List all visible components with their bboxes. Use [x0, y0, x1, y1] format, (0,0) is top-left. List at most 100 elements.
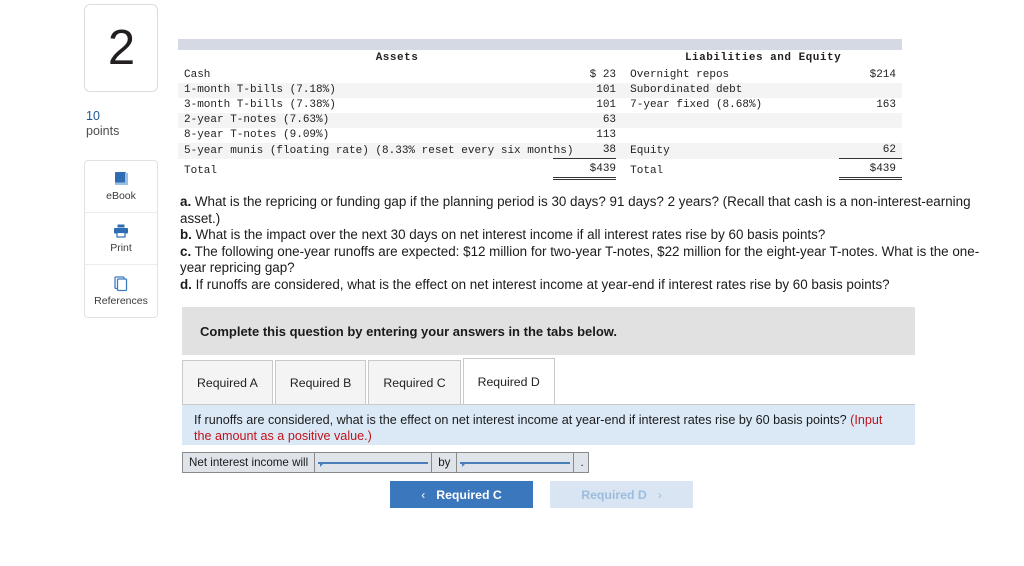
table-row: 1-month T-bills (7.18%) 101 Subordinated…	[178, 83, 902, 98]
answer-row-label-text: Net interest income will	[189, 456, 309, 469]
direction-select[interactable]	[318, 461, 429, 467]
answer-field-1-cell	[315, 453, 433, 472]
liability-label: Subordinated debt	[630, 84, 743, 96]
liabilities-header: Liabilities and Equity	[684, 52, 842, 64]
tab-required-d[interactable]: Required D	[462, 358, 555, 404]
table-row: 2-year T-notes (7.63%) 63	[178, 113, 902, 128]
tab-required-b[interactable]: Required B	[274, 360, 367, 404]
asset-label: Cash	[184, 69, 211, 81]
tab-required-a[interactable]: Required A	[182, 360, 273, 404]
asset-label: 2-year T-notes (7.63%)	[184, 114, 330, 126]
tab-required-d-label: Required D	[477, 374, 540, 389]
liability-value	[839, 83, 902, 98]
asset-label: 5-year munis (floating rate) (8.33% rese…	[184, 144, 574, 157]
question-part-b: b. What is the impact over the next 30 d…	[180, 227, 980, 244]
dropdown-corner-icon	[462, 462, 467, 467]
liability-label: Equity	[630, 144, 670, 157]
next-button-label: Required D	[581, 487, 647, 502]
print-button[interactable]: Print	[85, 213, 157, 265]
answer-trailing-punctuation: .	[574, 453, 589, 472]
table-row: 5-year munis (floating rate) (8.33% rese…	[178, 143, 902, 159]
assets-total-value: $439	[553, 158, 617, 180]
part-d-text: If runoffs are considered, what is the e…	[191, 276, 890, 292]
question-number: 2	[107, 20, 135, 75]
complete-question-banner: Complete this question by entering your …	[182, 307, 915, 355]
references-label: References	[94, 294, 148, 307]
tab-required-b-label: Required B	[289, 375, 352, 390]
assets-total-label: Total	[184, 164, 218, 177]
printer-icon	[111, 222, 131, 240]
question-number-box: 2	[84, 4, 158, 92]
tab-required-c-label: Required C	[383, 375, 446, 390]
asset-value: 101	[596, 84, 617, 96]
answer-row-label: Net interest income will	[183, 453, 316, 472]
liability-value	[839, 113, 902, 128]
asset-value: $ 23	[589, 69, 617, 81]
dropdown-corner-icon	[320, 462, 325, 467]
complete-question-text: Complete this question by entering your …	[200, 323, 618, 339]
assets-header: Assets	[375, 52, 419, 64]
liability-label	[624, 128, 839, 143]
part-b-marker: b.	[180, 227, 192, 243]
tool-stack: eBook Print References	[84, 159, 158, 318]
part-a-marker: a.	[180, 194, 192, 209]
references-button[interactable]: References	[85, 265, 157, 317]
table-row: 8-year T-notes (9.09%) 113	[178, 128, 902, 143]
assignment-page: 2 10 points eBook Print References Asset…	[0, 0, 1024, 566]
required-tabs: Required A Required B Required C Require…	[182, 358, 915, 405]
liability-label	[624, 113, 839, 128]
left-rail: 2 10 points eBook Print References	[84, 4, 160, 318]
liability-value	[839, 128, 902, 143]
part-c-text: The following one-year runoffs are expec…	[180, 243, 980, 276]
chevron-right-icon: ›	[657, 487, 662, 502]
liability-label: 7-year fixed (8.68%)	[630, 99, 763, 111]
liability-value: $214	[869, 69, 896, 81]
prompt-panel: If runoffs are considered, what is the e…	[182, 405, 915, 445]
liability-value: 62	[839, 143, 902, 159]
balance-sheet-header-bar	[178, 39, 902, 50]
question-part-a: a. What is the repricing or funding gap …	[180, 194, 980, 227]
chevron-left-icon: ‹	[421, 487, 426, 502]
table-row: Cash $ 23 Overnight repos $214	[178, 68, 902, 83]
liability-value: 163	[876, 99, 896, 111]
next-required-d-button[interactable]: Required D ›	[550, 481, 693, 508]
answer-connector: by	[432, 453, 458, 472]
points-label: points	[86, 124, 120, 139]
asset-value: 113	[596, 129, 617, 141]
asset-label: 1-month T-bills (7.18%)	[184, 84, 336, 96]
answer-connector-text: by	[438, 456, 451, 469]
question-parts: a. What is the repricing or funding gap …	[180, 194, 980, 294]
liability-label: Overnight repos	[630, 69, 730, 81]
answer-grid: Net interest income will by .	[182, 452, 590, 473]
book-icon	[112, 170, 131, 188]
liabilities-total-value: $439	[839, 158, 902, 180]
part-b-text: What is the impact over the next 30 days…	[191, 227, 826, 243]
question-part-c: c. The following one-year runoffs are ex…	[180, 244, 980, 277]
asset-value: 63	[602, 114, 617, 126]
prompt-text-block: If runoffs are considered, what is the e…	[194, 413, 901, 444]
tab-required-c[interactable]: Required C	[368, 360, 461, 404]
answer-field-2-cell	[457, 453, 575, 472]
liabilities-total-label: Total	[630, 164, 664, 177]
balance-sheet-header-row: Assets Liabilities and Equity	[178, 50, 902, 68]
asset-label: 8-year T-notes (9.09%)	[184, 129, 330, 141]
part-c-marker: c.	[180, 243, 192, 259]
part-d-marker: d.	[180, 276, 192, 292]
ebook-label: eBook	[106, 190, 136, 202]
print-label: Print	[110, 242, 132, 254]
balance-sheet: Assets Liabilities and Equity Cash $ 23 …	[178, 39, 902, 180]
tab-nav-buttons: ‹ Required C Required D ›	[390, 481, 693, 508]
prompt-main-text: If runoffs are considered, what is the e…	[194, 413, 851, 427]
question-part-d: d. If runoffs are considered, what is th…	[180, 277, 980, 294]
pages-icon	[111, 275, 131, 293]
table-total-row: Total $439 Total $439	[178, 158, 902, 180]
answer-trailing-text: .	[580, 456, 584, 469]
prev-required-c-button[interactable]: ‹ Required C	[390, 481, 533, 508]
asset-value: 101	[596, 99, 617, 111]
table-row: 3-month T-bills (7.38%) 101 7-year fixed…	[178, 98, 902, 113]
part-a-text: What is the repricing or funding gap if …	[180, 194, 971, 226]
amount-input[interactable]	[460, 461, 571, 467]
prev-button-label: Required C	[436, 487, 502, 502]
tab-required-a-label: Required A	[197, 375, 258, 390]
ebook-button[interactable]: eBook	[85, 161, 157, 213]
